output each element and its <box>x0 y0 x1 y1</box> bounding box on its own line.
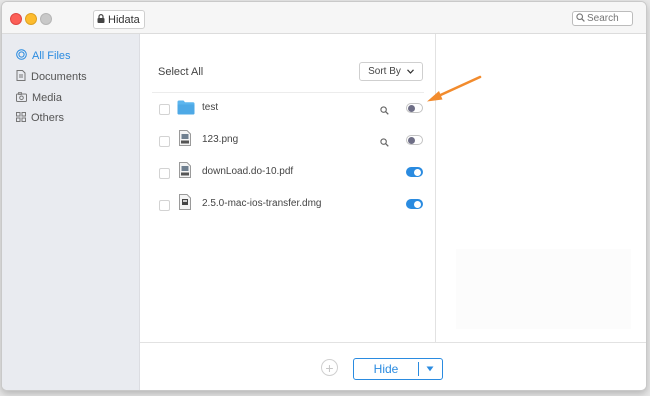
hide-toggle[interactable] <box>406 167 423 177</box>
sidebar: All Files Documents Media Others <box>2 34 140 390</box>
document-icon <box>16 70 26 84</box>
search-icon[interactable] <box>380 102 389 120</box>
sort-by-label: Sort By <box>368 66 401 77</box>
search-icon[interactable] <box>380 134 389 152</box>
zoom-window-button[interactable] <box>40 13 52 25</box>
file-row[interactable]: 123.png <box>140 125 435 157</box>
select-all-label[interactable]: Select All <box>158 66 203 78</box>
file-checkbox[interactable] <box>159 136 170 147</box>
app-title-tab: Hidata <box>93 10 145 29</box>
add-button[interactable]: + <box>321 359 338 376</box>
hide-toggle[interactable] <box>406 103 423 113</box>
search-field[interactable] <box>572 11 633 26</box>
sidebar-item-documents[interactable]: Documents <box>16 69 87 85</box>
annotation-arrow-icon <box>427 75 482 102</box>
sidebar-item-label: Others <box>31 112 65 124</box>
plus-icon: + <box>325 359 334 376</box>
sidebar-item-label: All Files <box>32 50 71 62</box>
file-name: 2.5.0-mac-ios-transfer.dmg <box>202 198 322 209</box>
sidebar-item-label: Documents <box>31 71 87 83</box>
file-row[interactable]: downLoad.do-10.pdf <box>140 157 435 189</box>
file-checkbox[interactable] <box>159 200 170 211</box>
sidebar-item-others[interactable]: Others <box>16 110 64 126</box>
minimize-window-button[interactable] <box>25 13 37 25</box>
pdf-file-icon <box>179 162 191 183</box>
file-checkbox[interactable] <box>159 168 170 179</box>
search-icon <box>576 12 585 25</box>
file-name: 123.png <box>202 134 239 145</box>
lock-icon <box>97 13 105 26</box>
dmg-file-icon <box>179 194 191 215</box>
close-window-button[interactable] <box>10 13 22 25</box>
hide-toggle[interactable] <box>406 135 423 145</box>
sort-by-dropdown[interactable]: Sort By <box>359 62 423 81</box>
hide-button[interactable]: Hide <box>353 358 443 380</box>
chevron-down-icon <box>406 66 414 77</box>
sidebar-item-all-files[interactable]: All Files <box>16 48 71 64</box>
file-checkbox[interactable] <box>159 104 170 115</box>
target-icon <box>16 49 27 63</box>
file-row[interactable]: 2.5.0-mac-ios-transfer.dmg <box>140 189 435 221</box>
sidebar-item-media[interactable]: Media <box>16 90 62 106</box>
folder-icon <box>177 100 195 120</box>
grid-icon <box>16 111 26 125</box>
file-name: downLoad.do-10.pdf <box>202 166 294 177</box>
media-icon <box>16 91 27 105</box>
file-name: test <box>202 102 219 113</box>
sidebar-item-label: Media <box>32 92 62 104</box>
search-input[interactable] <box>585 13 629 24</box>
title-bar: Hidata <box>2 2 646 34</box>
png-file-icon <box>179 130 191 151</box>
app-title: Hidata <box>108 13 140 26</box>
hide-button-label: Hide <box>373 362 399 376</box>
file-list-panel: Select All Sort By test 123.png downLoad… <box>140 34 435 342</box>
app-window: Hidata All Files Documents Media <box>1 1 647 391</box>
bottom-toolbar: + Hide <box>140 342 646 390</box>
file-row[interactable]: test <box>140 93 435 125</box>
hide-toggle[interactable] <box>406 199 423 209</box>
caret-down-icon[interactable] <box>419 366 441 372</box>
preview-area <box>456 249 631 329</box>
